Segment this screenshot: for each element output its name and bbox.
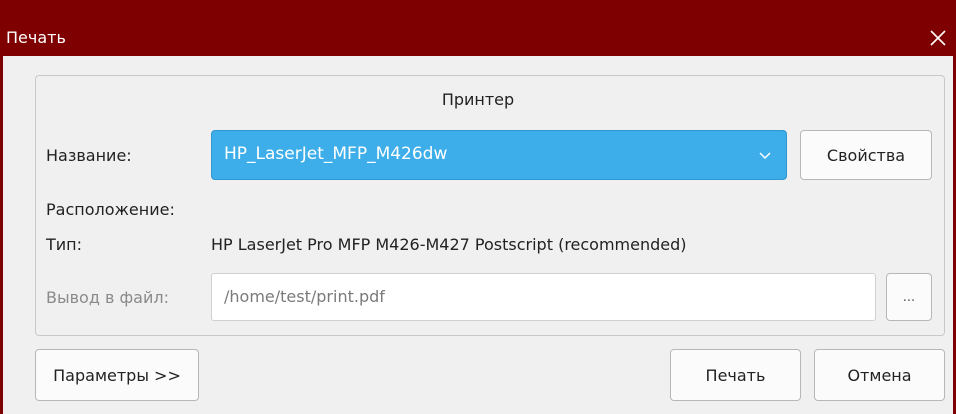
printer-select[interactable]: HP_LaserJet_MFP_M426dw [211,130,787,180]
title-bar: Печать [0,0,956,56]
output-file-input[interactable]: /home/test/print.pdf [211,273,876,321]
output-file-label: Вывод в файл: [46,288,169,307]
cancel-button[interactable]: Отмена [814,349,945,401]
properties-button[interactable]: Свойства [800,130,932,180]
window-title: Печать [6,28,66,47]
print-button[interactable]: Печать [670,349,801,401]
close-icon[interactable] [926,26,950,50]
location-label: Расположение: [46,200,175,219]
printer-select-value: HP_LaserJet_MFP_M426dw [224,144,448,164]
output-file-path: /home/test/print.pdf [224,287,385,306]
name-label: Название: [46,146,132,165]
printer-group-title: Принтер [441,90,515,109]
options-button[interactable]: Параметры >> [35,349,199,401]
chevron-down-icon [759,152,771,160]
type-label: Тип: [46,235,83,254]
browse-button[interactable]: ... [886,273,932,321]
type-value: HP LaserJet Pro MFP M426-M427 Postscript… [211,235,687,254]
